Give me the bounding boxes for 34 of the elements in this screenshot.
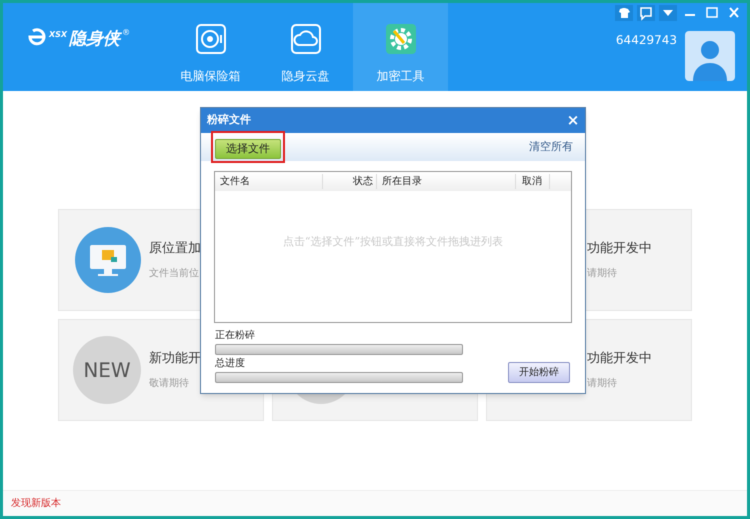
clear-all-link[interactable]: 清空所有 <box>529 138 573 156</box>
update-link[interactable]: 发现新版本 <box>11 496 61 511</box>
card-subtitle: 文件当前位 <box>149 266 200 282</box>
card-subtitle: 敬请期待 <box>149 376 190 392</box>
avatar-icon[interactable] <box>685 31 735 81</box>
logo-swoosh-icon <box>27 27 47 47</box>
column-header: 取消 <box>516 174 550 189</box>
card-title: 功能开发中 <box>587 350 652 368</box>
card-title: 功能开发中 <box>587 240 652 258</box>
start-shred-button[interactable]: 开始粉碎 <box>508 362 570 383</box>
card-title: 原位置加 <box>149 240 201 258</box>
gear-icon <box>384 23 416 55</box>
new-badge: NEW <box>73 336 141 404</box>
column-header: 所在目录 <box>377 174 516 189</box>
monitor-icon <box>75 227 141 293</box>
column-header: 文件名 <box>215 174 323 189</box>
progress-label: 正在粉碎 <box>215 328 256 343</box>
dialog-title: 粉碎文件 <box>207 112 251 128</box>
logo-name: 隐身侠 <box>69 28 120 51</box>
safe-icon <box>194 23 226 55</box>
card-subtitle: 请期待 <box>587 266 618 282</box>
logo-mark: XSX <box>49 29 68 41</box>
card-title: 新功能开 <box>149 350 201 368</box>
message-icon[interactable] <box>637 5 655 21</box>
cloud-icon <box>290 23 322 55</box>
shirt-icon[interactable] <box>615 5 633 21</box>
column-header: 状态 <box>323 174 377 189</box>
user-id: 64429743 <box>616 32 677 49</box>
logo-reg: ® <box>122 27 130 39</box>
dropdown-icon[interactable] <box>659 5 677 21</box>
card-subtitle: 请期待 <box>587 376 618 392</box>
close-button[interactable]: × <box>563 109 583 132</box>
select-file-button[interactable]: 选择文件 <box>215 139 281 160</box>
progress-label: 总进度 <box>215 356 246 371</box>
